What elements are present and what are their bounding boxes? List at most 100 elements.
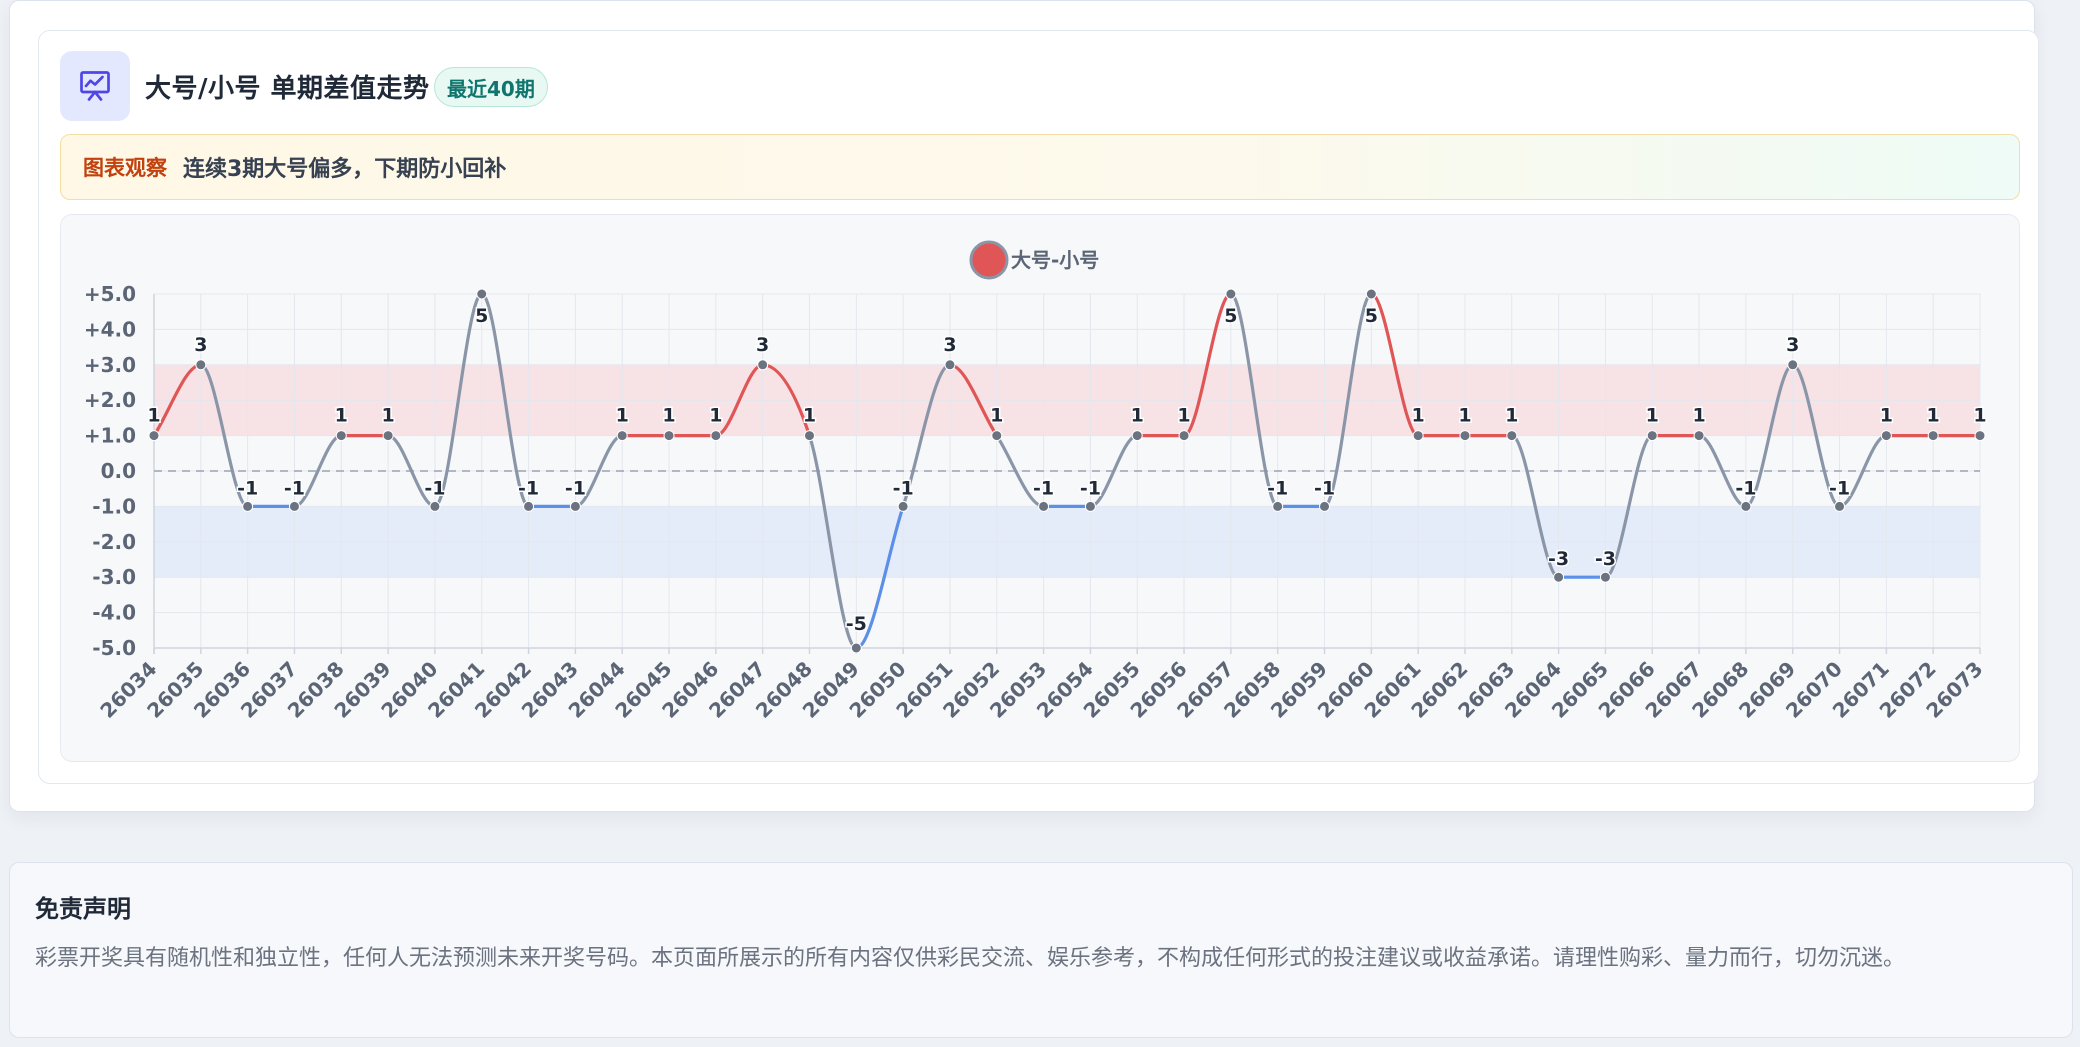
data-label: 1: [616, 405, 629, 427]
data-point: [1319, 500, 1331, 512]
data-point: [1084, 500, 1096, 512]
data-point: [1740, 500, 1752, 512]
data-point: [616, 430, 628, 442]
observation-text: 连续3期大号偏多，下期防小回补: [183, 157, 507, 182]
line-chart: +5.0 +4.0 +3.0 +2.0 +1.0 0.0 -1.0 -2.0 -3.0 -4.0 -…: [84, 240, 1988, 723]
data-label: 1: [1973, 405, 1986, 427]
data-label: 3: [943, 334, 956, 356]
data-point: [897, 500, 909, 512]
data-label: 1: [1131, 405, 1144, 427]
data-label: 5: [1224, 305, 1237, 327]
data-point: [757, 359, 769, 371]
data-label: 1: [1177, 405, 1190, 427]
data-label: -1: [518, 477, 539, 499]
y-tick-label: -4.0: [92, 601, 136, 625]
data-label: -3: [1595, 548, 1616, 570]
data-label: 1: [709, 405, 722, 427]
data-label: -5: [846, 613, 867, 635]
data-label: 1: [1927, 405, 1940, 427]
data-point: [1131, 430, 1143, 442]
y-tick-label: +1.0: [84, 424, 136, 448]
data-label: 1: [1692, 405, 1705, 427]
data-point: [288, 500, 300, 512]
data-point: [148, 430, 160, 442]
data-point: [1880, 430, 1892, 442]
y-tick-label: -5.0: [92, 636, 136, 660]
data-point: [1038, 500, 1050, 512]
data-point: [663, 430, 675, 442]
data-point: [429, 500, 441, 512]
data-label: -1: [1267, 477, 1288, 499]
chart-area: +5.0 +4.0 +3.0 +2.0 +1.0 0.0 -1.0 -2.0 -3.0 -4.0 -…: [60, 214, 2020, 762]
y-tick-label: 0.0: [101, 459, 136, 483]
data-label: -1: [1033, 477, 1054, 499]
legend-marker: [969, 240, 1009, 280]
data-label: 1: [1458, 405, 1471, 427]
y-tick-label: -2.0: [92, 530, 136, 554]
period-badge: 最近40期: [434, 67, 548, 107]
y-tick-label: -1.0: [92, 494, 136, 518]
presentation-chart-icon: [60, 51, 130, 121]
data-label: -1: [893, 477, 914, 499]
data-point: [1646, 430, 1658, 442]
y-tick-label: +5.0: [84, 282, 136, 306]
observation-label: 图表观察: [83, 156, 167, 180]
chart-title: 大号/小号 单期差值走势: [145, 74, 430, 104]
disclaimer-title: 免责声明: [35, 895, 131, 923]
data-point: [1693, 430, 1705, 442]
y-tick-label: +3.0: [84, 353, 136, 377]
data-point: [195, 359, 207, 371]
observation-banner: 图表观察 连续3期大号偏多，下期防小回补: [60, 134, 2020, 200]
data-point: [850, 642, 862, 654]
legend-label: 大号-小号: [1011, 248, 1099, 272]
data-label: 3: [756, 334, 769, 356]
data-label: 1: [147, 405, 160, 427]
data-point: [1599, 571, 1611, 583]
data-label: -1: [1735, 477, 1756, 499]
data-point: [1459, 430, 1471, 442]
data-label: 3: [1786, 334, 1799, 356]
data-point: [1787, 359, 1799, 371]
y-tick-label: +4.0: [84, 317, 136, 341]
data-point: [382, 430, 394, 442]
disclaimer-text: 彩票开奖具有随机性和独立性，任何人无法预测未来开奖号码。本页面所展示的所有内容仅…: [35, 946, 1906, 971]
data-point: [1506, 430, 1518, 442]
disclaimer-panel: 免责声明 彩票开奖具有随机性和独立性，任何人无法预测未来开奖号码。本页面所展示的…: [9, 862, 2073, 1038]
data-point: [1412, 430, 1424, 442]
data-point: [710, 430, 722, 442]
data-label: 5: [1365, 305, 1378, 327]
data-label: -1: [284, 477, 305, 499]
data-label: 1: [803, 405, 816, 427]
data-label: 1: [662, 405, 675, 427]
data-point: [803, 430, 815, 442]
data-label: 5: [475, 305, 488, 327]
data-point: [1178, 430, 1190, 442]
data-label: -1: [1829, 477, 1850, 499]
data-point: [1974, 430, 1986, 442]
data-point: [1225, 288, 1237, 300]
data-label: -1: [1080, 477, 1101, 499]
data-label: -1: [1314, 477, 1335, 499]
data-label: 1: [1505, 405, 1518, 427]
data-point: [1272, 500, 1284, 512]
data-point: [944, 359, 956, 371]
data-point: [1834, 500, 1846, 512]
data-label: 3: [194, 334, 207, 356]
data-point: [1553, 571, 1565, 583]
data-label: -1: [237, 477, 258, 499]
data-label: -1: [424, 477, 445, 499]
data-label: 1: [1880, 405, 1893, 427]
y-tick-label: +2.0: [84, 388, 136, 412]
data-point: [569, 500, 581, 512]
data-label: -1: [565, 477, 586, 499]
data-label: 1: [990, 405, 1003, 427]
data-label: 1: [1412, 405, 1425, 427]
data-label: 1: [381, 405, 394, 427]
data-point: [476, 288, 488, 300]
data-point: [523, 500, 535, 512]
data-point: [991, 430, 1003, 442]
y-tick-label: -3.0: [92, 565, 136, 589]
data-label: 1: [335, 405, 348, 427]
data-point: [242, 500, 254, 512]
data-label: -3: [1548, 548, 1569, 570]
